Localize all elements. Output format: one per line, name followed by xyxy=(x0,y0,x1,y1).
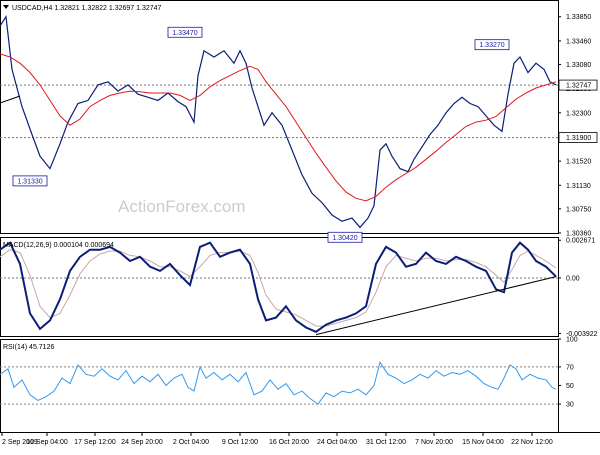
swing-level-label: 1.31330 xyxy=(17,178,42,185)
rsi-y-tick-label: 100 xyxy=(566,337,578,344)
swing-level-label: 1.30420 xyxy=(332,235,357,242)
chart-root: ActionForex.com 1.33850 1.33460 1.33080 1.3… xyxy=(0,0,600,450)
price-level-label: 1.31900 xyxy=(566,135,591,142)
x-tick-label: 16 Oct 20:00 xyxy=(269,439,309,446)
macd-line xyxy=(0,241,557,333)
x-tick-label: 9 Oct 12:00 xyxy=(222,439,258,446)
macd-pane-frame xyxy=(0,237,559,337)
macd-y-tick-label: 0.00 xyxy=(566,276,580,283)
rsi-line xyxy=(0,361,557,405)
left-trend-stub xyxy=(0,95,21,104)
price-y-tick-label: 1.31130 xyxy=(566,183,591,190)
watermark-text: ActionForex.com xyxy=(118,197,246,216)
x-tick-label: 24 Sep 20:00 xyxy=(121,439,163,446)
price-y-tick-label: 1.33850 xyxy=(566,14,591,21)
title-triangle-icon xyxy=(3,5,9,9)
macd-y-tick-label: 0.002671 xyxy=(566,238,595,245)
price-y-tick-label: 1.30360 xyxy=(566,231,591,238)
price-pane-frame xyxy=(0,0,559,234)
price-series-line xyxy=(0,14,557,229)
price-y-tick-label: 1.32300 xyxy=(566,110,591,117)
macd-title: MACD(12,26,9) 0.000104 0.000694 xyxy=(3,242,114,249)
macd-trendline xyxy=(315,276,557,336)
price-y-tick-label: 1.30750 xyxy=(566,206,591,213)
price-chart-title: USDCAD,H4 1.32821 1.32822 1.32697 1.3274… xyxy=(12,5,162,12)
price-level-label: 1.32747 xyxy=(566,83,591,90)
swing-level-label: 1.33470 xyxy=(172,30,197,37)
x-tick-label: 2 Oct 04:00 xyxy=(173,439,209,446)
x-tick-label: 7 Nov 20:00 xyxy=(415,439,453,446)
x-tick-label: 24 Oct 04:00 xyxy=(317,439,357,446)
rsi-pane-frame xyxy=(0,339,559,433)
x-tick-label: 22 Nov 12:00 xyxy=(511,439,553,446)
rsi-y-tick-label: 30 xyxy=(566,402,574,409)
price-y-tick-label: 1.33460 xyxy=(566,38,591,45)
rsi-y-tick-label: 70 xyxy=(566,364,574,371)
x-tick-label: 15 Nov 04:00 xyxy=(462,439,504,446)
x-tick-label: 17 Sep 12:00 xyxy=(74,439,116,446)
rsi-y-tick-label: 50 xyxy=(566,383,574,390)
x-tick-label: 31 Oct 12:00 xyxy=(366,439,406,446)
price-y-tick-label: 1.33080 xyxy=(566,62,591,69)
x-tick-label: 10 Sep 04:00 xyxy=(26,439,68,446)
rsi-title: RSI(14) 45.7126 xyxy=(3,344,54,351)
swing-level-label: 1.33270 xyxy=(479,42,504,49)
price-y-tick-label: 1.31520 xyxy=(566,159,591,166)
usdcad-h4-chart: ActionForex.com 1.33850 1.33460 1.33080 1.3… xyxy=(0,0,600,446)
moving-average-line xyxy=(0,53,557,202)
